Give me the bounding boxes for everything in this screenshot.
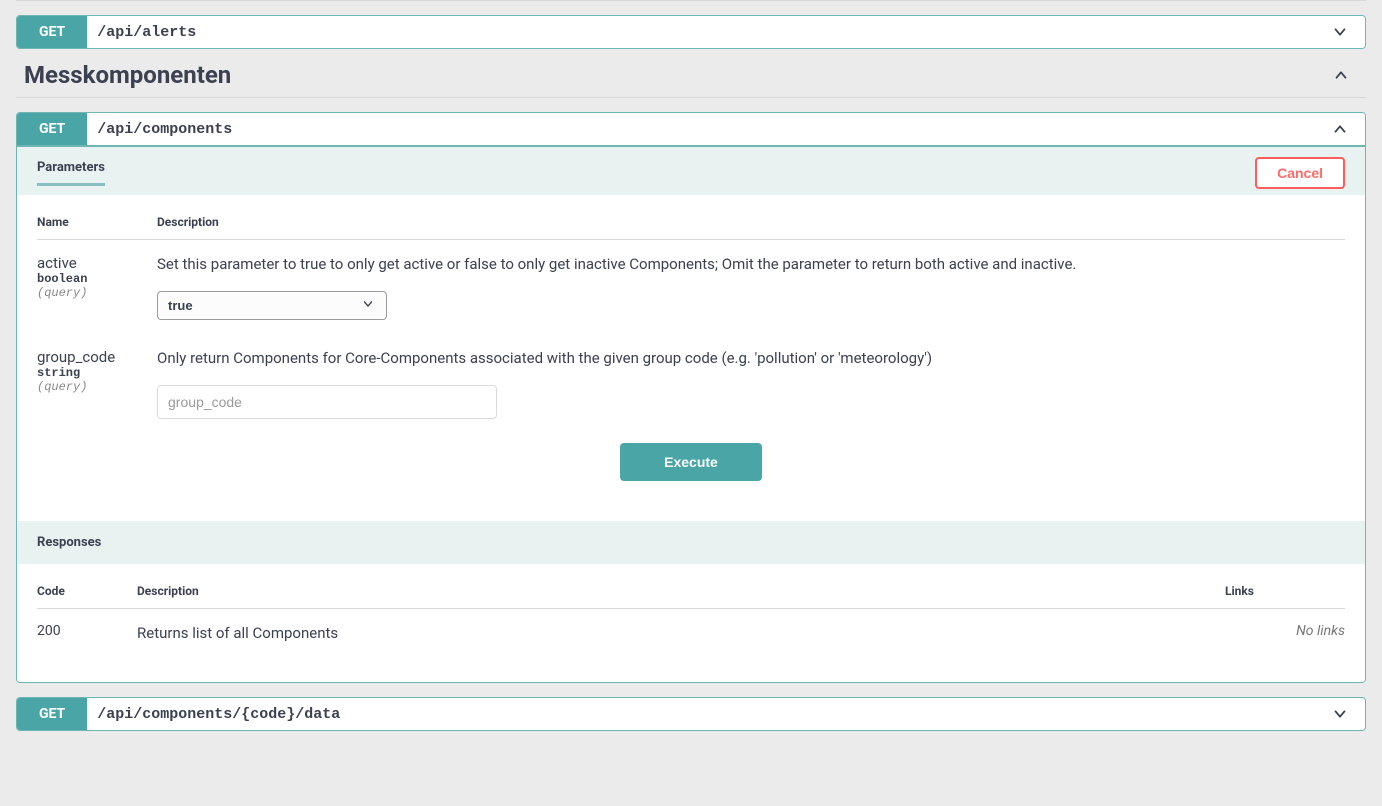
param-type: string (37, 366, 145, 380)
endpoint-path: /api/components (97, 121, 232, 138)
param-description: Set this parameter to true to only get a… (157, 254, 1345, 275)
param-description: Only return Components for Core-Componen… (157, 348, 1345, 369)
chevron-up-icon (1315, 120, 1365, 138)
opblock-summary-components[interactable]: GET /api/components (17, 113, 1365, 145)
method-badge-get: GET (17, 698, 87, 730)
tab-parameters[interactable]: Parameters (37, 160, 105, 186)
parameters-panel-header: Parameters Cancel (17, 147, 1365, 195)
opblock-alerts: GET /api/alerts (16, 15, 1366, 49)
active-select[interactable]: true (157, 291, 387, 320)
col-header-links: Links (1225, 570, 1345, 609)
param-row-active: active boolean (query) Set this paramete… (37, 240, 1345, 335)
opblock-component-data: GET /api/components/{code}/data (16, 697, 1366, 731)
opblock-summary-alerts[interactable]: GET /api/alerts (17, 16, 1365, 48)
chevron-down-icon (1315, 23, 1365, 41)
col-header-description: Description (137, 570, 1225, 609)
parameters-table: Name Description active boolean (query) (37, 201, 1345, 433)
chevron-down-icon (1315, 705, 1365, 723)
response-code: 200 (37, 609, 137, 659)
response-row-200: 200 Returns list of all Components No li… (37, 609, 1345, 659)
param-name: group_code (37, 348, 145, 366)
endpoint-path: /api/components/{code}/data (97, 706, 340, 723)
param-name: active (37, 254, 145, 272)
col-header-name: Name (37, 201, 157, 240)
param-type: boolean (37, 272, 145, 286)
chevron-up-icon (1316, 66, 1366, 84)
col-header-description: Description (157, 201, 1345, 240)
responses-table: Code Description Links 200 Returns list … (37, 570, 1345, 658)
response-description: Returns list of all Components (137, 609, 1225, 659)
responses-header: Responses (17, 521, 1365, 564)
section-title: Messkomponenten (24, 61, 231, 89)
opblock-summary-component-data[interactable]: GET /api/components/{code}/data (17, 698, 1365, 730)
col-header-code: Code (37, 570, 137, 609)
endpoint-path: /api/alerts (97, 24, 196, 41)
opblock-components: GET /api/components Parameters Cancel Na… (16, 112, 1366, 683)
method-badge-get: GET (17, 16, 87, 48)
response-links: No links (1225, 609, 1345, 659)
cancel-button[interactable]: Cancel (1255, 157, 1345, 189)
param-in: (query) (37, 380, 145, 394)
section-header-messkomponenten[interactable]: Messkomponenten (16, 49, 1366, 98)
method-badge-get: GET (17, 113, 87, 145)
group-code-input[interactable] (157, 385, 497, 419)
execute-button[interactable]: Execute (620, 443, 762, 481)
param-in: (query) (37, 286, 145, 300)
param-row-group-code: group_code string (query) Only return Co… (37, 334, 1345, 433)
